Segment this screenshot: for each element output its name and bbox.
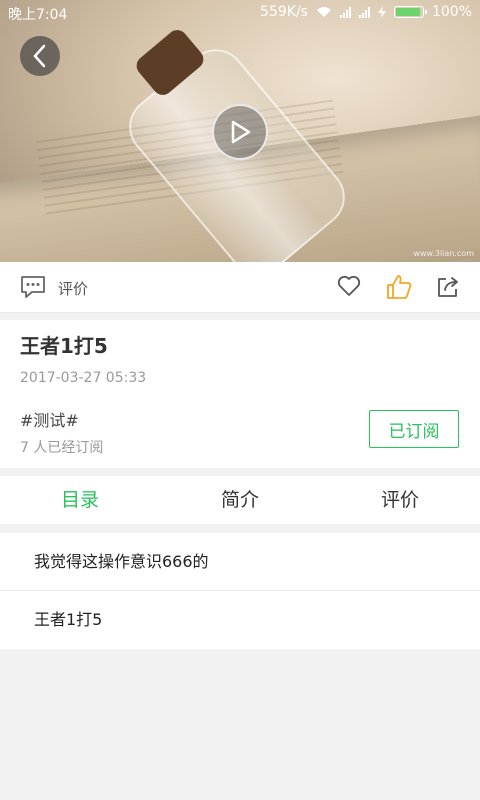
battery-icon (393, 6, 427, 18)
article-tag[interactable]: #测试# (20, 407, 79, 431)
image-watermark: www.3lian.com (413, 249, 474, 258)
tab-bar: 目录 简介 评价 (0, 476, 480, 524)
chevron-left-icon (33, 44, 46, 68)
list-item[interactable]: 我觉得这操作意识666的 (0, 533, 480, 591)
subscribe-button[interactable]: 已订阅 (369, 410, 459, 448)
tab-intro[interactable]: 简介 (160, 476, 320, 524)
signal-icon (358, 6, 370, 18)
comment-label[interactable]: 评价 (58, 278, 88, 299)
action-bar: 评价 (0, 262, 480, 313)
back-button[interactable] (20, 36, 60, 76)
article-title: 王者1打5 (20, 334, 108, 358)
tab-reviews[interactable]: 评价 (320, 476, 480, 524)
tab-catalog[interactable]: 目录 (0, 476, 160, 524)
battery-percent: 100% (431, 4, 472, 20)
network-speed: 559K/s (260, 4, 308, 20)
status-time: 晚上7:04 (8, 7, 68, 23)
list-item[interactable]: 王者1打5 (0, 591, 480, 649)
comment-icon[interactable] (20, 275, 46, 299)
subscriber-count: 7 人已经订阅 (20, 440, 104, 456)
share-icon[interactable] (436, 275, 460, 299)
thumbs-up-icon[interactable] (386, 274, 412, 300)
status-bar: 晚上7:04 559K/s 100% (0, 0, 480, 26)
charging-icon (377, 6, 386, 18)
heart-icon[interactable] (337, 275, 361, 297)
article-date: 2017-03-27 05:33 (20, 370, 147, 386)
article-info: 王者1打5 2017-03-27 05:33 #测试# 7 人已经订阅 已订阅 (0, 320, 480, 468)
signal-icon (339, 6, 351, 18)
catalog-list: 我觉得这操作意识666的 王者1打5 (0, 533, 480, 649)
play-button[interactable] (212, 104, 268, 160)
play-icon (231, 120, 251, 144)
wifi-icon (316, 7, 331, 17)
